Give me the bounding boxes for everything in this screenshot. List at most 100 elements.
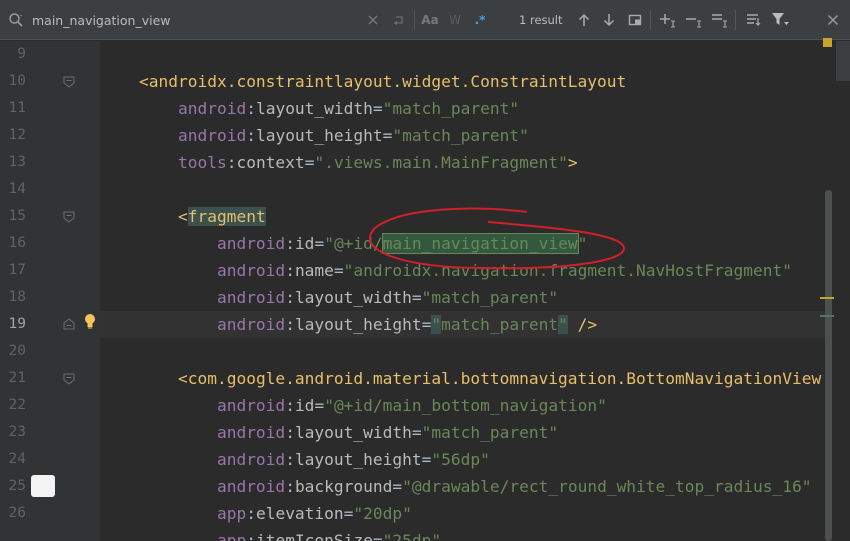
line-number: 25 [8,478,26,494]
toggle-multiline-icon[interactable] [745,11,763,29]
words-icon[interactable]: W [446,11,464,29]
search-match: main_navigation_view [381,233,579,254]
toolbar-separator [414,10,415,30]
filter-icon[interactable] [771,11,789,29]
line-number: 16 [8,235,26,251]
line-number: 17 [8,262,26,278]
fold-icon[interactable] [63,373,75,385]
namespace: android [177,126,247,145]
line-number: 26 [8,505,26,521]
attribute-name: layout_height [294,450,422,469]
namespace: app [216,531,247,541]
search-input[interactable] [32,11,362,29]
tag-close: /> [567,315,598,334]
attribute-name: layout_width [294,423,412,442]
code-line: android:layout_height="match_parent" [177,126,529,145]
code-line: android:background="@drawable/rect_round… [216,477,812,496]
attribute-value: match_parent [392,99,510,118]
attribute-name: layout_width [294,288,412,307]
previous-occurrence-icon[interactable] [575,11,593,29]
match-case-icon[interactable]: Aa [421,11,439,29]
fold-icon[interactable] [63,318,75,330]
toolbar-separator [735,10,736,30]
search-result-marker[interactable] [820,297,834,299]
attribute-value: 20dp [363,504,403,523]
line-number: 20 [8,343,26,359]
editor-gutter: 9 10 11 12 13 14 15 16 17 18 19 20 21 22… [0,41,100,541]
attribute-value: .views.main.MainFragment [324,153,559,172]
namespace: app [216,504,247,523]
inspection-warning-icon[interactable] [823,38,832,47]
clear-icon[interactable] [364,11,382,29]
code-line: tools:context=".views.main.MainFragment"… [177,153,578,172]
add-selection-icon[interactable] [659,11,677,29]
regex-icon[interactable]: .* [471,11,489,29]
attribute-value: match_parent [402,126,520,145]
line-number: 12 [8,127,26,143]
line-number: 11 [8,100,26,116]
attribute-name: itemIconSize [255,531,373,541]
replace-icon[interactable] [389,11,407,29]
namespace: android [216,396,286,415]
line-number: 18 [8,289,26,305]
search-icon[interactable] [8,12,24,28]
side-tool-strip[interactable] [836,41,850,81]
code-line: android:id="@+id/main_bottom_navigation" [216,396,607,415]
attribute-name: id [294,396,315,415]
lightbulb-icon[interactable] [83,313,97,329]
attribute-value: match_parent [431,288,549,307]
next-occurrence-icon[interactable] [600,11,618,29]
code-line: android:layout_width="match_parent" [216,423,559,442]
tag-open: < [138,72,149,91]
namespace: android [216,261,286,280]
line-number: 21 [8,370,26,386]
namespace: android [216,423,286,442]
code-line: app:itemIconSize="25dp" [100,527,828,541]
find-bar: Aa W .* 1 result [0,0,850,40]
toolbar-separator [650,10,651,30]
line-number: 9 [17,46,26,62]
attribute-value: match_parent [441,315,559,334]
tag-open: < [177,207,188,226]
code-line: <fragment [100,203,828,230]
line-number-current: 19 [8,316,26,332]
line-number: 14 [8,181,26,197]
tag-name: fragment [187,207,266,226]
tag-name: androidx.constraintlayout.widget.Constra… [148,72,627,91]
unselect-occurrence-icon[interactable] [685,11,703,29]
namespace: android [216,288,286,307]
tag-name: com.google.android.material.bottomnaviga… [187,369,822,388]
code-line: <androidx.constraintlayout.widget.Constr… [100,68,828,95]
attribute-value: 56dp [441,450,481,469]
filter-search-results-icon[interactable] [626,11,644,29]
attribute-name: background [294,477,393,496]
code-line: app:elevation="20dp" [216,504,412,523]
code-line: android:name="androidx.navigation.fragme… [216,261,792,280]
select-all-occurrences-icon[interactable] [711,11,729,29]
attribute-name: layout_height [255,126,383,145]
line-number: 23 [8,424,26,440]
line-number: 15 [8,208,26,224]
line-number: 13 [8,154,26,170]
namespace: android [216,450,286,469]
attribute-name: context [236,153,305,172]
code-line: android:id="@+id/main_navigation_view" [216,233,588,254]
result-count: 1 result [519,13,563,27]
attribute-name: elevation [255,504,344,523]
attribute-value: @+id/main_bottom_navigation [333,396,598,415]
fold-icon[interactable] [63,76,75,88]
namespace: tools [177,153,227,172]
line-number: 22 [8,397,26,413]
close-icon[interactable] [824,11,842,29]
fold-icon[interactable] [63,211,75,223]
caret-line-marker [820,315,834,317]
code-line: android:layout_height="56dp" [216,450,490,469]
code-editor[interactable]: <androidx.constraintlayout.widget.Constr… [100,41,828,541]
namespace: android [216,315,286,334]
scrollbar-thumb[interactable] [825,190,832,541]
code-line: android:layout_width="match_parent" [216,288,559,307]
white-preview-swatch [31,475,55,497]
attribute-name: layout_height [294,315,422,334]
attribute-value: @drawable/rect_round_white_top_radius_16 [411,477,802,496]
namespace: android [177,99,247,118]
